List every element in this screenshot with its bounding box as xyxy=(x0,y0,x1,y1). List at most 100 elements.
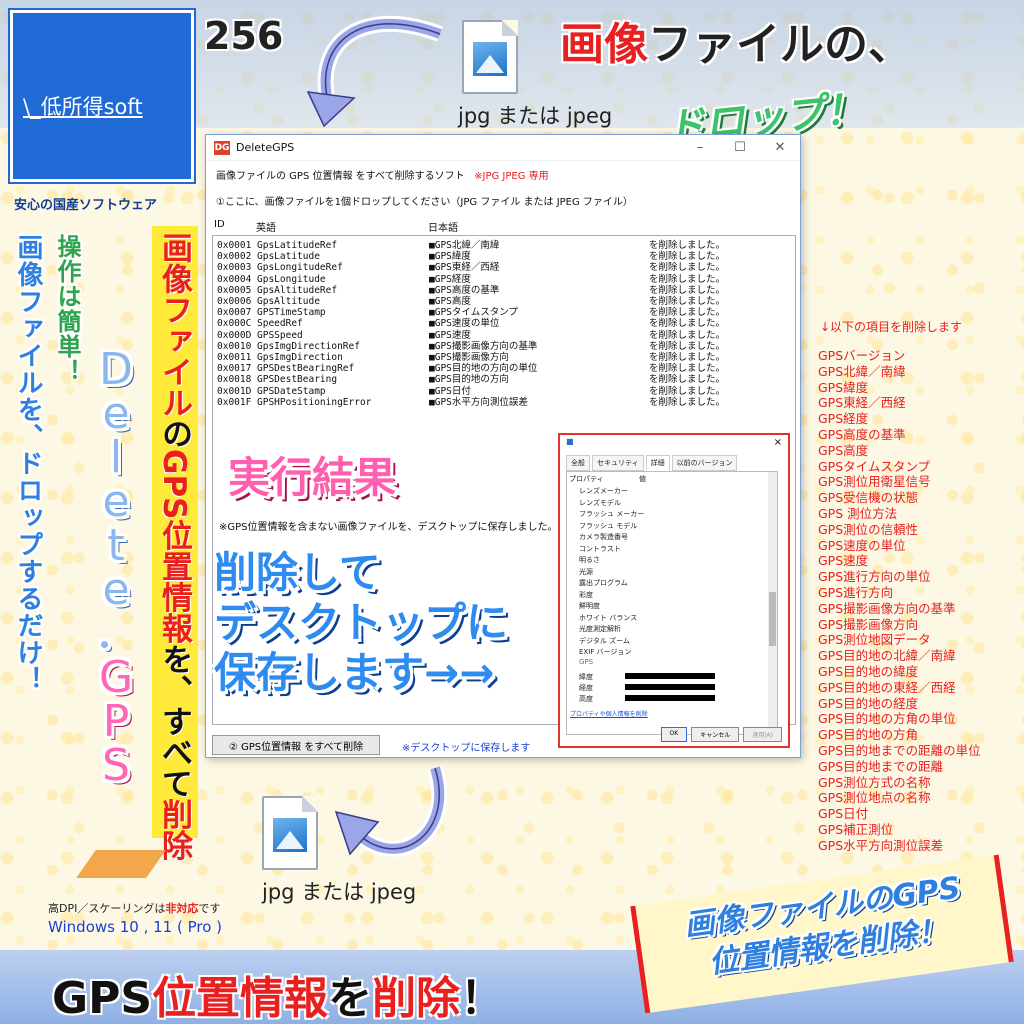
deleted-item: GPS緯度 xyxy=(818,379,869,395)
saved-note: ※GPS位置情報を含まない画像ファイルを、デスクトップに保存しました。 xyxy=(219,522,558,533)
item-number: 256 xyxy=(204,14,284,58)
row-result: を削除しました。 xyxy=(649,307,726,319)
file-type-label-top: jpg または jpeg xyxy=(458,104,613,128)
info-line: 画像ファイルの GPS 位置情報 をすべて削除するソフト ※JPG JPEG 専… xyxy=(216,167,549,182)
row-en: GPSDateStamp xyxy=(257,385,326,397)
logo: \_低所得soft xyxy=(10,10,194,182)
gps-group-label: GPS xyxy=(579,658,594,666)
row-ja: ■GPS緯度 xyxy=(429,251,471,263)
property-item[interactable]: 光源 xyxy=(579,567,593,577)
delete-gps-vertical-title: De l e t e ． G P S xyxy=(94,348,144,788)
deleted-item: GPS目的地の緯度 xyxy=(818,663,919,679)
tab-general[interactable]: 全般 xyxy=(566,455,590,471)
property-item[interactable]: フラッシュ モデル xyxy=(579,521,637,531)
properties-close-icon[interactable]: × xyxy=(774,437,782,453)
properties-icon: ■ xyxy=(566,437,574,446)
save-line-3: 保存します→→ xyxy=(214,648,495,697)
result-label: 実行結果 xyxy=(228,453,397,502)
maximize-icon[interactable]: ☐ xyxy=(720,140,760,155)
properties-list[interactable]: プロパティ 値 GPS レンズメーカー レンズモデル フラッシュ メーカー フラッシュ… xyxy=(566,471,778,735)
row-result: を削除しました。 xyxy=(649,251,726,263)
row-id: 0x0010 xyxy=(217,340,252,352)
column-english: 英語 xyxy=(256,223,276,234)
gps-property-item[interactable]: 緯度 xyxy=(579,672,593,682)
delete-gps-letter: ． xyxy=(94,608,144,659)
properties-titlebar[interactable]: ■ × xyxy=(560,435,788,455)
close-icon[interactable]: ✕ xyxy=(760,140,800,155)
delete-gps-letter: t xyxy=(107,520,131,571)
row-id: 0x001F xyxy=(217,396,252,408)
row-ja: ■GPS東経／西経 xyxy=(429,262,500,274)
deleted-item: GPS測位用衛星信号 xyxy=(818,474,931,490)
delete-gps-letter: e xyxy=(102,388,136,439)
property-item[interactable]: レンズメーカー xyxy=(579,486,628,496)
properties-scrollbar[interactable] xyxy=(768,472,777,734)
deleted-item: GPS補正測位 xyxy=(818,821,894,837)
row-id: 0x001D xyxy=(217,385,252,397)
file-properties-dialog[interactable]: ■ × 全般 セキュリティ 詳細 以前のバージョン プロパティ 値 GPS レン… xyxy=(558,433,790,748)
row-en: GpsLatitude xyxy=(257,251,320,263)
deleted-item: GPS東経／西経 xyxy=(818,395,906,411)
property-item[interactable]: 彩度 xyxy=(579,590,593,600)
row-ja: ■GPS撮影画像方向 xyxy=(429,352,509,363)
deleted-item: GPS速度 xyxy=(818,553,869,569)
tab-details[interactable]: 詳細 xyxy=(645,455,670,471)
file-type-label-bottom: jpg または jpeg xyxy=(262,880,417,904)
property-item[interactable]: カメラ製造番号 xyxy=(579,532,628,542)
row-result: を削除しました。 xyxy=(649,273,726,285)
deleted-item: GPS目的地の東経／西経 xyxy=(818,679,956,695)
deleted-item: GPS進行方向の単位 xyxy=(818,569,931,585)
property-item[interactable]: デジタル ズーム xyxy=(579,636,630,646)
delete-gps-letter: D xyxy=(99,344,139,395)
property-item[interactable]: ホワイト バランス xyxy=(579,613,637,623)
deleted-item: GPS目的地の北緯／南緯 xyxy=(818,648,956,664)
row-id: 0x0017 xyxy=(217,363,252,375)
cancel-button[interactable]: キャンセル xyxy=(691,727,740,742)
property-item[interactable]: 鮮明度 xyxy=(579,601,600,611)
deleted-item: GPS進行方向 xyxy=(818,584,894,600)
property-item[interactable]: 明るさ xyxy=(579,555,600,565)
vertical-no: の xyxy=(156,418,192,449)
property-item[interactable]: 光度測定解析 xyxy=(579,624,621,634)
deleted-item: GPS撮影画像方向 xyxy=(818,616,919,632)
tab-previous-versions[interactable]: 以前のバージョン xyxy=(671,455,738,471)
properties-header: プロパティ 値 xyxy=(569,474,646,484)
property-item[interactable]: レンズモデル xyxy=(579,498,621,508)
row-result: を削除しました。 xyxy=(649,296,726,307)
row-en: GPSDestBearing xyxy=(257,374,338,386)
delete-all-gps-button[interactable]: ② GPS位置情報 をすべて削除 xyxy=(212,735,380,755)
apply-button[interactable]: 適用(A) xyxy=(743,727,782,742)
orange-shadow-shape xyxy=(76,850,166,878)
row-en: GpsImgDirection xyxy=(257,352,343,363)
row-ja: ■GPS水平方向測位誤差 xyxy=(429,396,528,408)
minimize-icon[interactable]: – xyxy=(680,140,720,155)
deleted-item: GPS北緯／南緯 xyxy=(818,363,906,379)
vertical-image-file: 画像ファイル xyxy=(156,232,192,418)
deleted-item: GPS撮影画像方向の基準 xyxy=(818,600,956,616)
properties-buttons: OK キャンセル 適用(A) xyxy=(660,727,782,742)
value-column: 値 xyxy=(639,475,646,483)
property-item[interactable]: 露出プログラム xyxy=(579,578,628,588)
property-item[interactable]: コントラスト xyxy=(579,544,621,554)
gps-property-item[interactable]: 高度 xyxy=(579,694,593,704)
delete-gps-letter: G xyxy=(98,652,140,703)
column-japanese: 日本語 xyxy=(428,223,458,234)
window-titlebar[interactable]: DG DeleteGPS – ☐ ✕ xyxy=(206,135,800,161)
deleted-item: GPS測位地図データ xyxy=(818,632,931,648)
scroll-thumb[interactable] xyxy=(769,592,776,646)
tab-security[interactable]: セキュリティ xyxy=(592,455,644,471)
ok-button[interactable]: OK xyxy=(660,727,688,742)
row-ja: ■GPS目的地の方向の単位 xyxy=(429,363,538,375)
delete-gps-letter: l xyxy=(109,432,129,483)
deleted-item: GPS日付 xyxy=(818,806,869,822)
property-item[interactable]: フラッシュ メーカー xyxy=(579,509,644,519)
gps-property-item[interactable]: 経度 xyxy=(579,683,593,693)
remove-properties-link[interactable]: プロパティや個人情報を削除 xyxy=(570,709,648,718)
row-result: を削除しました。 xyxy=(649,340,726,352)
delete-gps-letter: S xyxy=(102,740,136,791)
deleted-item: GPSタイムスタンプ xyxy=(818,458,931,474)
property-item[interactable]: EXIF バージョン xyxy=(579,647,631,657)
deleted-item: GPS測位の信頼性 xyxy=(818,521,919,537)
bottom-gps: GPS xyxy=(52,973,153,1024)
drop-instruction: ①ここに、画像ファイルを1個ドロップしてください（JPG ファイル または JP… xyxy=(216,197,633,208)
